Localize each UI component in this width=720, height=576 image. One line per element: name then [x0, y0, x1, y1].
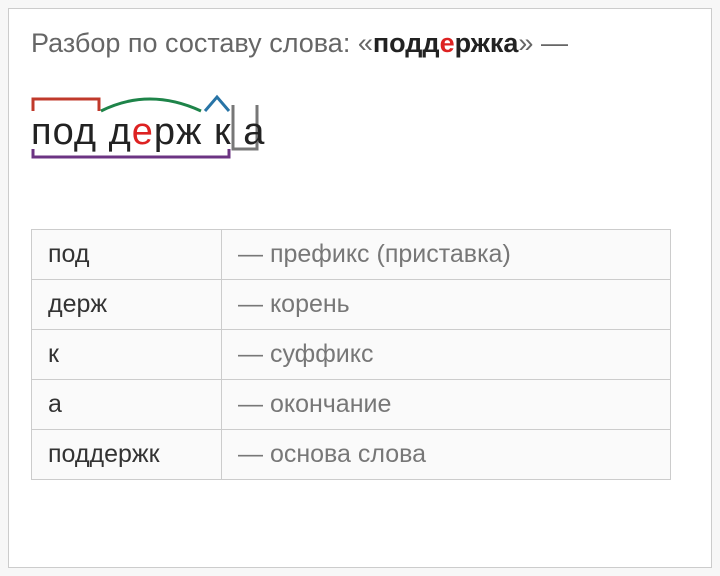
- title-word: поддержка: [373, 28, 519, 58]
- title-prefix: Разбор по составу слова: «: [31, 28, 373, 58]
- morph-text: под держ к а: [31, 111, 265, 153]
- root-mark: [101, 99, 201, 111]
- prefix-mark: [33, 99, 99, 111]
- title-line: Разбор по составу слова: «поддержка» —: [31, 27, 689, 61]
- table-row: под — префикс (приставка): [32, 229, 671, 279]
- morphemic-word: под держ к а: [31, 111, 265, 171]
- table-row: поддержк — основа слова: [32, 429, 671, 479]
- suffix-mark: [205, 97, 229, 111]
- table-row: к — суффикс: [32, 329, 671, 379]
- desc-cell: — корень: [222, 279, 671, 329]
- parts-table: под — префикс (приставка) держ — корень …: [31, 229, 671, 480]
- desc-cell: — окончание: [222, 379, 671, 429]
- morpheme-cell: держ: [32, 279, 222, 329]
- card: Разбор по составу слова: «поддержка» — п…: [8, 8, 712, 568]
- morpheme-cell: поддержк: [32, 429, 222, 479]
- desc-cell: — основа слова: [222, 429, 671, 479]
- morpheme-cell: под: [32, 229, 222, 279]
- title-suffix: » —: [518, 28, 568, 58]
- morpheme-cell: а: [32, 379, 222, 429]
- table-row: а — окончание: [32, 379, 671, 429]
- desc-cell: — суффикс: [222, 329, 671, 379]
- desc-cell: — префикс (приставка): [222, 229, 671, 279]
- morpheme-cell: к: [32, 329, 222, 379]
- table-row: держ — корень: [32, 279, 671, 329]
